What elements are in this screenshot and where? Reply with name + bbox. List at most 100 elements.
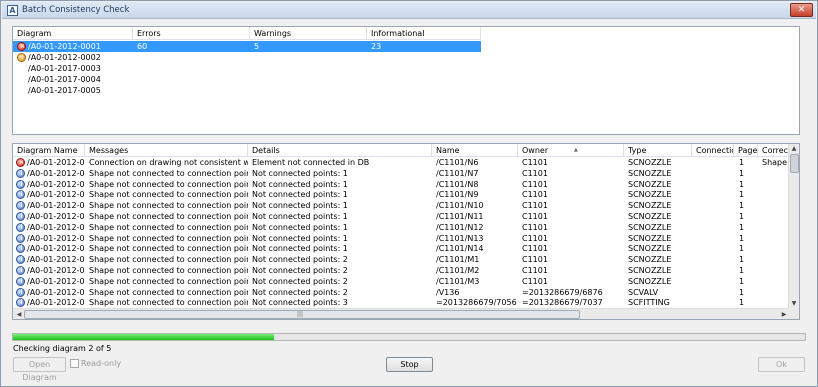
page-cell: 1 bbox=[739, 298, 745, 308]
info-icon: i bbox=[16, 190, 25, 200]
ok-button[interactable]: Ok bbox=[758, 357, 805, 372]
owner-cell: C1101 bbox=[522, 255, 548, 265]
info-icon: i bbox=[16, 298, 25, 308]
diagram-name-cell: /A0-01-2012-0001 bbox=[27, 222, 85, 232]
diagram-name-cell: /A0-01-2012-0001 bbox=[27, 158, 85, 167]
details-cell: Not connected points: 1 bbox=[252, 190, 348, 200]
details-row[interactable]: i/A0-01-2012-0001 Shape not connected to … bbox=[13, 211, 790, 222]
column-header-details[interactable]: Details bbox=[248, 144, 432, 157]
scroll-grip-icon: ||| bbox=[297, 311, 304, 318]
column-header-messages[interactable]: Messages bbox=[85, 144, 248, 157]
window-title: Batch Consistency Check bbox=[22, 5, 130, 15]
page-cell: 1 bbox=[739, 276, 745, 286]
summary-row[interactable]: /A0-01-2017-0003 bbox=[13, 63, 799, 74]
error-icon: × bbox=[17, 42, 26, 51]
details-row[interactable]: i/A0-01-2012-0001 Shape not connected to … bbox=[13, 243, 790, 254]
owner-header-label: Owner bbox=[522, 146, 549, 155]
summary-row[interactable]: /A0-01-2017-0005 bbox=[13, 85, 799, 96]
message-cell: Shape not connected to connection point bbox=[89, 255, 248, 265]
message-cell: Shape not connected to connection point bbox=[89, 287, 248, 297]
owner-cell: C1101 bbox=[522, 190, 548, 200]
column-header-errors[interactable]: Errors bbox=[133, 27, 250, 40]
details-row[interactable]: i/A0-01-2012-0001 Shape not connected to … bbox=[13, 287, 790, 298]
details-cell: Not connected points: 2 bbox=[252, 276, 348, 286]
summary-row[interactable]: ×/A0-01-2012-0001 60 5 23 bbox=[13, 41, 481, 52]
owner-cell: C1101 bbox=[522, 266, 548, 275]
column-header-diagram[interactable]: Diagram bbox=[13, 27, 133, 40]
horizontal-scrollbar[interactable]: ◀ ||| ▶ bbox=[13, 308, 790, 319]
column-header-connection[interactable]: Connection bbox=[692, 144, 734, 157]
details-cell: Not connected points: 2 bbox=[252, 266, 348, 275]
summary-row[interactable]: /A0-01-2017-0004 bbox=[13, 74, 799, 85]
horizontal-scroll-thumb[interactable]: ||| bbox=[24, 310, 580, 319]
details-row[interactable]: i/A0-01-2012-0001 Shape not connected to … bbox=[13, 254, 790, 265]
details-cell: Not connected points: 3 bbox=[252, 298, 348, 308]
diagram-summary-table: Diagram Errors Warnings Informational × /… bbox=[12, 26, 800, 135]
message-cell: Shape not connected to connection point bbox=[89, 168, 248, 178]
close-button[interactable]: ✕ bbox=[790, 3, 813, 17]
details-row[interactable]: i/A0-01-2012-0001 Shape not connected to … bbox=[13, 179, 790, 190]
vertical-scrollbar[interactable]: ▲ ▼ bbox=[788, 144, 799, 309]
type-cell: SCNOZZLE bbox=[628, 255, 672, 265]
message-cell: Connection on drawing not consistent wit… bbox=[89, 158, 248, 167]
vertical-scroll-thumb[interactable] bbox=[790, 154, 799, 173]
summary-diagram-cell: /A0-01-2012-0002 bbox=[28, 53, 101, 62]
scroll-down-icon[interactable]: ▼ bbox=[789, 300, 799, 307]
scroll-up-icon[interactable]: ▲ bbox=[789, 145, 799, 152]
summary-row[interactable]: !/A0-01-2012-0002 bbox=[13, 52, 799, 63]
column-header-warnings[interactable]: Warnings bbox=[250, 27, 367, 40]
column-header-type[interactable]: Type bbox=[624, 144, 692, 157]
message-cell: Shape not connected to connection point bbox=[89, 222, 248, 232]
details-row[interactable]: i/A0-01-2012-0001 Shape not connected to … bbox=[13, 297, 790, 308]
page-cell: 1 bbox=[739, 168, 745, 178]
info-icon: i bbox=[16, 179, 25, 189]
details-row[interactable]: i/A0-01-2012-0001 Shape not connected to … bbox=[13, 189, 790, 200]
details-row[interactable]: i/A0-01-2012-0001 Shape not connected to … bbox=[13, 276, 790, 287]
details-row[interactable]: i/A0-01-2012-0001 Shape not connected to … bbox=[13, 222, 790, 233]
title-bar[interactable]: A Batch Consistency Check ✕ bbox=[2, 2, 816, 19]
type-cell: SCNOZZLE bbox=[628, 179, 672, 189]
owner-cell: =2013286679/6876 bbox=[522, 287, 603, 297]
page-cell: 1 bbox=[739, 233, 745, 243]
stop-button[interactable]: Stop bbox=[386, 357, 433, 372]
column-header-page[interactable]: Page bbox=[734, 144, 758, 157]
warning-icon: ! bbox=[17, 53, 26, 62]
page-cell: 1 bbox=[739, 255, 745, 265]
message-cell: Shape not connected to connection point bbox=[89, 233, 248, 243]
owner-cell: C1101 bbox=[522, 158, 548, 167]
details-cell: Not connected points: 1 bbox=[252, 244, 348, 254]
diagram-name-cell: /A0-01-2012-0001 bbox=[27, 168, 85, 178]
name-cell: /C1101/N6 bbox=[436, 158, 479, 167]
name-cell: /C1101/M2 bbox=[436, 266, 480, 275]
close-icon: ✕ bbox=[797, 5, 806, 15]
read-only-checkbox[interactable] bbox=[70, 359, 79, 368]
details-row[interactable]: i/A0-01-2012-0001 Shape not connected to … bbox=[13, 168, 790, 179]
details-row[interactable]: i/A0-01-2012-0001 Shape not connected to … bbox=[13, 265, 790, 276]
owner-cell: C1101 bbox=[522, 233, 548, 243]
summary-informational-cell: 23 bbox=[371, 42, 382, 51]
column-header-corrective[interactable]: Correctiv bbox=[758, 144, 790, 157]
column-header-informational[interactable]: Informational bbox=[367, 27, 481, 40]
type-cell: SCNOZZLE bbox=[628, 201, 672, 211]
owner-cell: C1101 bbox=[522, 212, 548, 221]
column-header-owner[interactable]: Owner ▲ bbox=[518, 144, 624, 157]
column-header-name[interactable]: Name bbox=[432, 144, 518, 157]
corrective-cell: Shape h bbox=[762, 158, 790, 167]
scroll-left-icon[interactable]: ◀ bbox=[14, 311, 24, 318]
info-icon: i bbox=[16, 276, 25, 286]
column-header-diagram-name[interactable]: Diagram Name bbox=[13, 144, 85, 157]
name-cell: /C1101/N14 bbox=[436, 244, 484, 254]
details-row[interactable]: i/A0-01-2012-0001 Shape not connected to … bbox=[13, 200, 790, 211]
diagram-name-cell: /A0-01-2012-0001 bbox=[27, 190, 85, 200]
page-cell: 1 bbox=[739, 190, 745, 200]
diagram-name-cell: /A0-01-2012-0001 bbox=[27, 266, 85, 275]
message-cell: Shape not connected to connection point bbox=[89, 201, 248, 211]
details-cell: Not connected points: 1 bbox=[252, 222, 348, 232]
progress-bar-fill bbox=[13, 334, 275, 340]
owner-cell: C1101 bbox=[522, 276, 548, 286]
open-diagram-button[interactable]: Open Diagram bbox=[13, 357, 66, 382]
summary-diagram-cell: /A0-01-2017-0005 bbox=[28, 86, 101, 95]
details-row[interactable]: ×/A0-01-2012-0001 Connection on drawing n… bbox=[13, 157, 790, 168]
name-cell: /C1101/M1 bbox=[436, 255, 480, 265]
details-row[interactable]: i/A0-01-2012-0001 Shape not connected to … bbox=[13, 233, 790, 244]
